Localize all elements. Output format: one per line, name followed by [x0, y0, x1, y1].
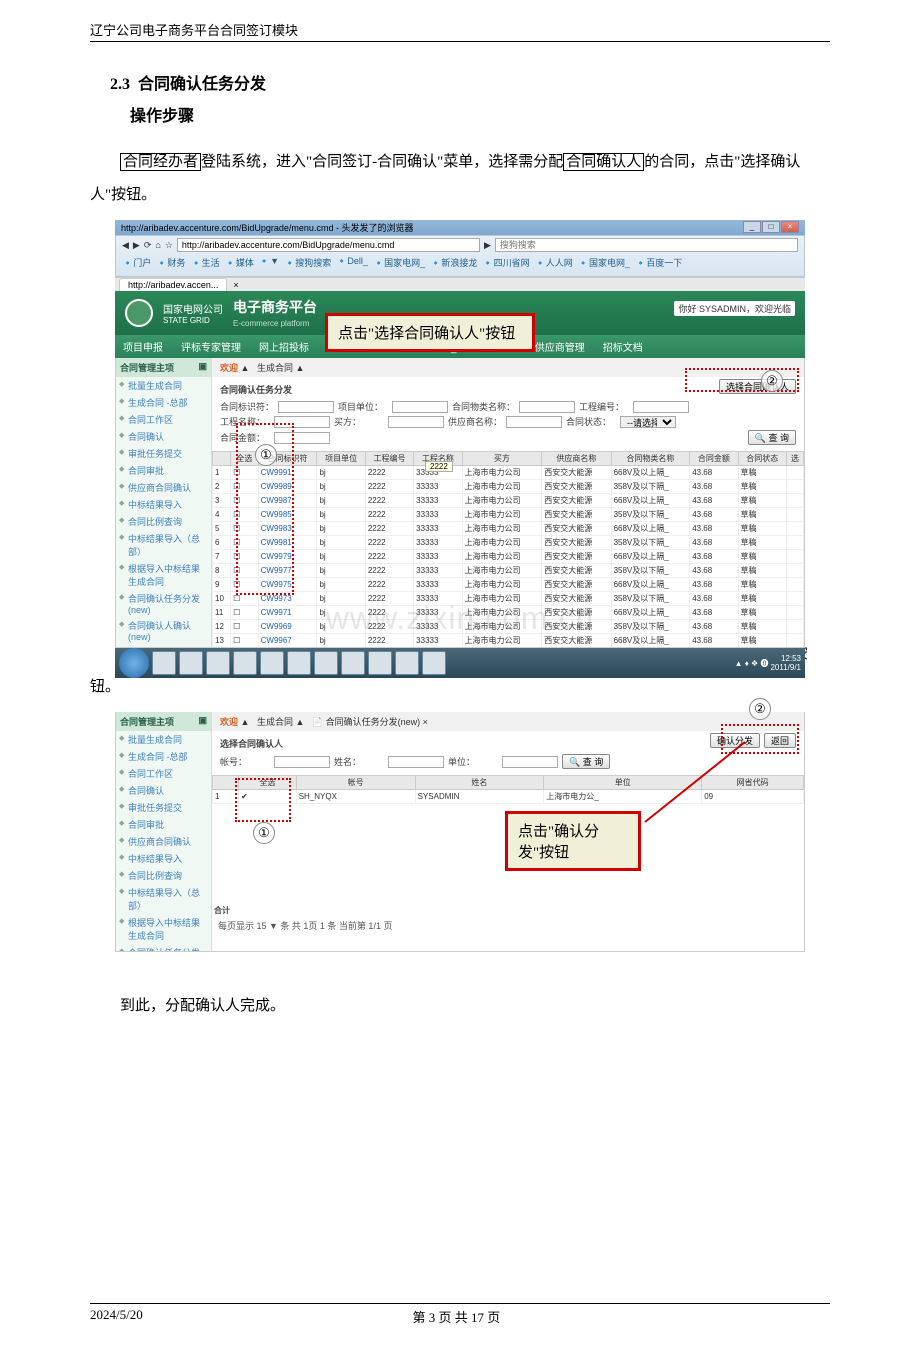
page-footer: 2024/5/20 第 3 页 共 17 页	[90, 1303, 830, 1326]
sidebar-item[interactable]: 审批任务提交	[116, 799, 211, 816]
refresh-icon[interactable]: ⟳	[144, 240, 152, 251]
sidebar-item[interactable]: 合同工作区	[116, 765, 211, 782]
sidebar-item[interactable]: 供应商确认(new)	[116, 644, 211, 647]
search-button[interactable]: 🔍 查 询	[748, 430, 796, 445]
section-sub-heading: 操作步骤	[130, 102, 830, 126]
sidebar-item[interactable]: 审批任务提交	[116, 445, 211, 462]
sidebar-item[interactable]: 根据导入中标结果生成合同	[116, 914, 211, 944]
welcome-text: 你好 SYSADMIN，欢迎光临	[674, 301, 795, 316]
sidebar-item[interactable]: 合同审批	[116, 462, 211, 479]
sidebar-item[interactable]: 合同确认	[116, 782, 211, 799]
sidebar-item[interactable]: 生成合同 -总部	[116, 394, 211, 411]
window-controls[interactable]: _□×	[743, 221, 799, 234]
browser-tab[interactable]: http://aribadev.accen...	[119, 278, 227, 291]
sidebar-item[interactable]: 合同比例查询	[116, 513, 211, 530]
content-tabs[interactable]: 欢迎 ▲ 生成合同 ▲ 📄 合同确认任务分发(new) ×	[212, 712, 804, 731]
screenshot-1: http://aribadev.accenture.com/BidUpgrade…	[115, 220, 805, 618]
paragraph-1: 合同经办者登陆系统，进入"合同签订-合同确认"菜单，选择需分配合同确认人的合同，…	[90, 146, 830, 212]
sidebar: 合同管理主项▣ 批量生成合同生成合同 -总部合同工作区合同确认审批任务提交合同审…	[116, 712, 212, 951]
confirmer-table: 全选帐号姓名单位网省代码1✔SH_NYQXSYSADMIN上海市电力公_09	[212, 775, 804, 804]
logo-icon	[125, 299, 153, 327]
callout-2: 点击"确认分发"按钮	[505, 811, 641, 871]
sidebar-item[interactable]: 合同确认人确认(new)	[116, 617, 211, 644]
row-checkbox[interactable]: ☐	[231, 606, 258, 620]
start-button-icon[interactable]	[119, 648, 149, 678]
sidebar-item[interactable]: 中标结果导入	[116, 496, 211, 513]
contract-table: 全选合同标识符项目单位工程编号工程名称买方供应商名称合同物类名称合同金额合同状态…	[212, 451, 804, 647]
callout-1: 点击"选择合同确认人"按钮	[325, 313, 535, 352]
row-checkbox[interactable]: ☐	[231, 620, 258, 634]
sidebar-item[interactable]: 批量生成合同	[116, 377, 211, 394]
nav-fwd-icon[interactable]: ▶	[133, 240, 140, 251]
sidebar-item[interactable]: 合同比例查询	[116, 867, 211, 884]
sidebar-item[interactable]: 根据导入中标结果生成合同	[116, 560, 211, 590]
sidebar-item[interactable]: 批量生成合同	[116, 731, 211, 748]
paragraph-3: 到此，分配确认人完成。	[90, 990, 830, 1023]
taskbar[interactable]: ▲ ♦ ❖ ⓿ 12:532011/9/1	[115, 648, 805, 678]
sidebar-item[interactable]: 合同确认任务分发(new)	[116, 590, 211, 617]
row-checkbox[interactable]: ☐	[231, 634, 258, 648]
doc-header: 辽宁公司电子商务平台合同签订模块	[90, 20, 830, 42]
search-button[interactable]: 🔍 查 询	[562, 754, 610, 769]
sidebar-item[interactable]: 中标结果导入（总部）	[116, 530, 211, 560]
sidebar-item[interactable]: 中标结果导入	[116, 850, 211, 867]
sidebar-item[interactable]: 供应商合同确认	[116, 479, 211, 496]
sidebar-item[interactable]: 合同确认	[116, 428, 211, 445]
nav-back-icon[interactable]: ◀	[122, 240, 129, 251]
sidebar-item[interactable]: 合同确认任务分发(new)	[116, 944, 211, 951]
section-heading: 2.3 合同确认任务分发	[110, 70, 830, 94]
screenshot-2: 合同管理主项▣ 批量生成合同生成合同 -总部合同工作区合同确认审批任务提交合同审…	[115, 712, 805, 970]
star-icon[interactable]: ☆	[165, 240, 173, 251]
sidebar-item[interactable]: 合同审批	[116, 816, 211, 833]
sidebar-item[interactable]: 合同工作区	[116, 411, 211, 428]
bookmarks-bar[interactable]: 🔹门户🔹财务🔹生活🔹媒体🔹▼🔹搜狗搜索🔹Dell_🔹国家电网_🔹新浪接龙🔹四川省…	[116, 254, 804, 271]
sidebar-item[interactable]: 供应商合同确认	[116, 833, 211, 850]
search-box[interactable]	[495, 238, 798, 252]
address-bar[interactable]	[177, 238, 480, 252]
sidebar-item[interactable]: 生成合同 -总部	[116, 748, 211, 765]
home-icon[interactable]: ⌂	[155, 240, 160, 250]
pager[interactable]: 每页显示 15 ▼ 条 共 1页 1 条 当前第 1/1 页	[212, 917, 804, 934]
sidebar: 合同管理主项▣ 批量生成合同生成合同 -总部合同工作区合同确认审批任务提交合同审…	[116, 358, 212, 647]
sidebar-item[interactable]: 中标结果导入（总部）	[116, 884, 211, 914]
